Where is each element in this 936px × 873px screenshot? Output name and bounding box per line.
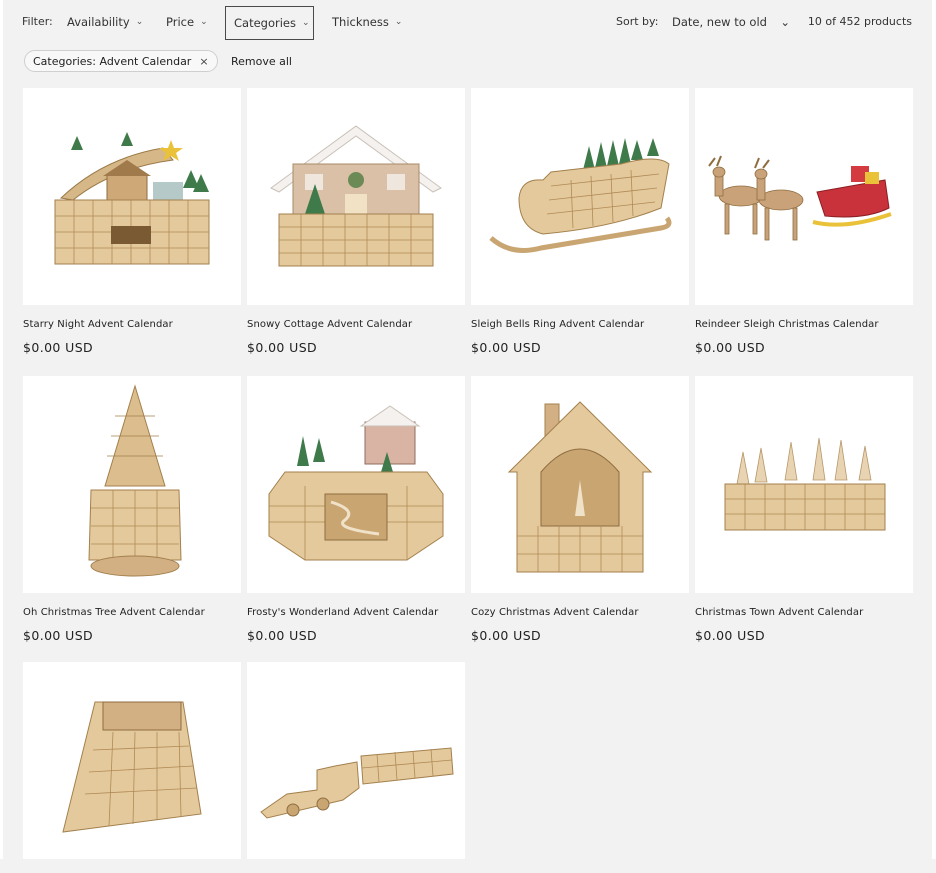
filter-thickness[interactable]: Thickness ⌄ — [332, 6, 402, 38]
product-price: $0.00 USD — [247, 628, 318, 643]
cottage-calendar-image — [270, 125, 442, 267]
product-card[interactable] — [247, 662, 465, 873]
village-calendar-image — [54, 132, 210, 265]
filter-price[interactable]: Price ⌄ — [166, 6, 208, 38]
house-calendar-image — [507, 401, 653, 573]
chevron-down-icon: ⌄ — [780, 15, 790, 29]
product-card[interactable]: Starry Night Advent Calendar $0.00 USD — [23, 88, 241, 355]
sleigh-calendar-image — [489, 138, 672, 253]
product-image[interactable] — [247, 662, 465, 859]
product-card[interactable]: Snowy Cottage Advent Calendar $0.00 USD — [247, 88, 465, 355]
chevron-down-icon: ⌄ — [200, 17, 208, 27]
product-price: $0.00 USD — [23, 340, 94, 355]
page-edge-left — [0, 0, 3, 859]
product-card[interactable]: Frosty's Wonderland Advent Calendar $0.0… — [247, 376, 465, 643]
product-image[interactable] — [247, 376, 465, 593]
product-title[interactable]: Cozy Christmas Advent Calendar — [471, 607, 689, 618]
sort-select[interactable]: Date, new to old ⌄ — [672, 15, 790, 29]
filter-categories-label: Categories — [234, 15, 296, 30]
product-price: $0.00 USD — [695, 340, 766, 355]
product-price: $0.00 USD — [247, 340, 318, 355]
product-title[interactable]: Frosty's Wonderland Advent Calendar — [247, 607, 465, 618]
product-title[interactable]: Sleigh Bells Ring Advent Calendar — [471, 319, 689, 330]
product-price: $0.00 USD — [695, 628, 766, 643]
product-image[interactable] — [695, 88, 913, 305]
filter-label: Filter: — [22, 15, 53, 28]
product-card[interactable]: Reindeer Sleigh Christmas Calendar $0.00… — [695, 88, 913, 355]
remove-all-link[interactable]: Remove all — [231, 55, 292, 68]
product-image[interactable] — [23, 662, 241, 859]
chevron-down-icon: ⌄ — [394, 17, 403, 27]
sort-value: Date, new to old — [672, 15, 767, 29]
filter-categories[interactable]: Categories ⌄ — [225, 5, 314, 40]
product-image[interactable] — [247, 88, 465, 305]
train-calendar-image — [260, 747, 454, 819]
product-title[interactable]: Oh Christmas Tree Advent Calendar — [23, 607, 241, 618]
product-image[interactable] — [695, 376, 913, 593]
product-card[interactable]: Oh Christmas Tree Advent Calendar $0.00 … — [23, 376, 241, 643]
tree-calendar-image — [88, 384, 182, 577]
product-count: 10 of 452 products — [807, 15, 912, 28]
product-price: $0.00 USD — [471, 340, 542, 355]
product-title[interactable]: Christmas Town Advent Calendar — [695, 607, 913, 618]
product-image[interactable] — [471, 376, 689, 593]
reindeer-sleigh-image — [708, 155, 892, 241]
filter-price-label: Price — [166, 15, 195, 29]
product-title[interactable]: Reindeer Sleigh Christmas Calendar — [695, 319, 913, 330]
filter-availability[interactable]: Availability ⌄ — [67, 6, 143, 38]
chevron-down-icon: ⌄ — [302, 17, 310, 28]
active-filter-pill[interactable]: Categories: Advent Calendar × — [24, 50, 218, 72]
product-price: $0.00 USD — [471, 628, 542, 643]
product-image[interactable] — [23, 88, 241, 305]
filter-thickness-label: Thickness — [332, 15, 389, 29]
triangle-calendar-image — [62, 701, 202, 833]
product-card[interactable] — [23, 662, 241, 873]
filter-bar: Filter: Availability ⌄ Price ⌄ Categorie… — [22, 5, 912, 40]
chevron-down-icon: ⌄ — [135, 17, 144, 27]
active-filter-label: Categories: Advent Calendar — [33, 54, 192, 68]
product-title[interactable]: Snowy Cottage Advent Calendar — [247, 319, 465, 330]
product-card[interactable]: Cozy Christmas Advent Calendar $0.00 USD — [471, 376, 689, 643]
product-card[interactable]: Sleigh Bells Ring Advent Calendar $0.00 … — [471, 88, 689, 355]
product-title[interactable]: Starry Night Advent Calendar — [23, 319, 241, 330]
sort-label: Sort by: — [616, 15, 659, 28]
product-image[interactable] — [471, 88, 689, 305]
product-price: $0.00 USD — [23, 628, 94, 643]
product-image[interactable] — [23, 376, 241, 593]
octagon-calendar-image — [268, 405, 444, 561]
product-card[interactable]: Christmas Town Advent Calendar $0.00 USD — [695, 376, 913, 643]
filter-availability-label: Availability — [67, 15, 130, 29]
page-edge-right — [932, 0, 936, 859]
town-calendar-image — [724, 437, 886, 531]
close-icon[interactable]: × — [199, 55, 208, 68]
